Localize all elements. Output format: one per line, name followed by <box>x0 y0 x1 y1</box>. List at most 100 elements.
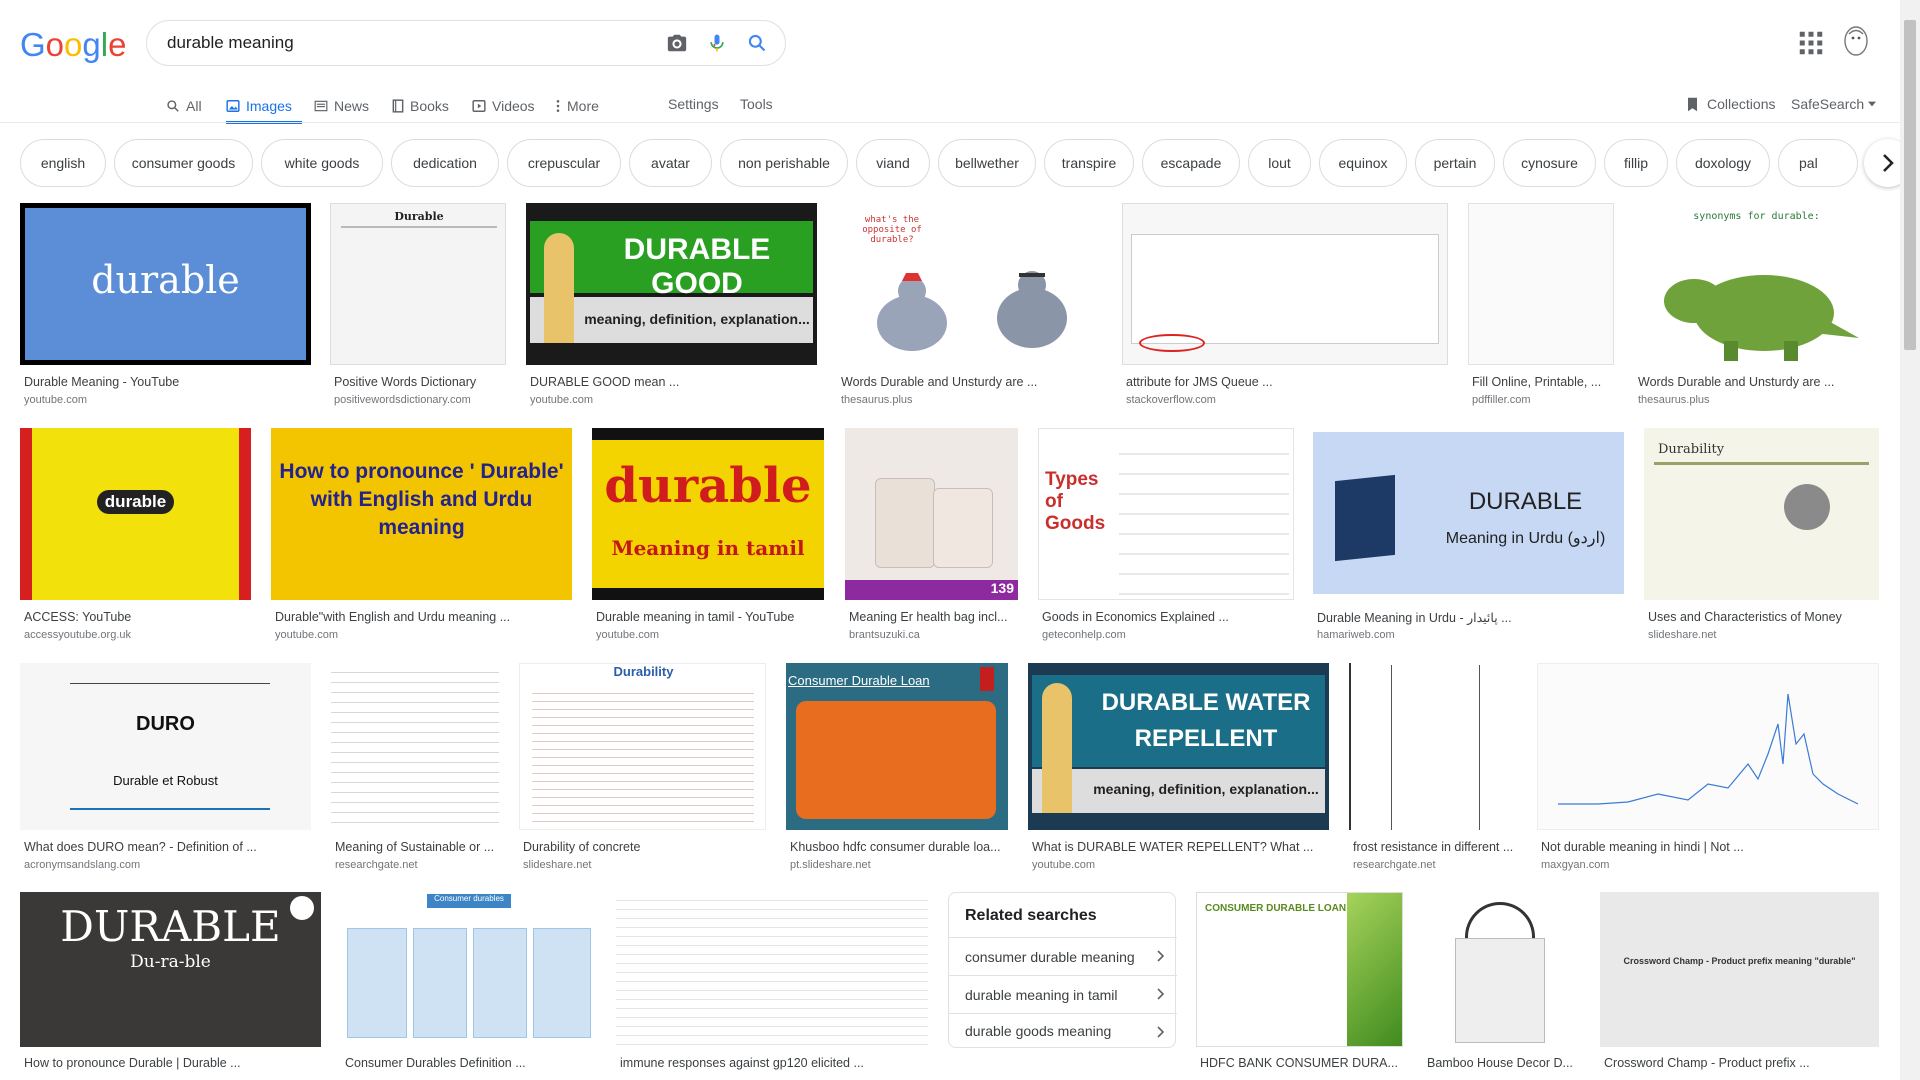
result-thumbnail: durable <box>20 428 251 600</box>
related-search-label: durable meaning in tamil <box>965 986 1118 1003</box>
image-result[interactable]: CONSUMER DURABLE LOAN HDFC BANK CONSUMER… <box>1196 892 1403 1080</box>
related-searches-title: Related searches <box>965 907 1097 924</box>
image-result[interactable]: attribute for JMS Queue ... stackoverflo… <box>1122 203 1448 406</box>
result-caption: attribute for JMS Queue ... <box>1126 375 1273 389</box>
chip[interactable]: consumer goods <box>114 139 253 187</box>
result-source: brantsuzuki.ca <box>849 629 920 641</box>
chip[interactable]: pertain <box>1415 139 1495 187</box>
tab-more[interactable]: More <box>555 90 599 122</box>
chip[interactable]: transpire <box>1044 139 1134 187</box>
related-search-label: durable goods meaning <box>965 1023 1112 1039</box>
image-result[interactable]: Durable Positive Words Dictionary positi… <box>330 203 506 406</box>
tools-link[interactable]: Tools <box>740 90 773 118</box>
related-search-item[interactable]: durable goods meaning <box>949 1013 1177 1048</box>
tab-news[interactable]: News <box>314 90 369 122</box>
image-result[interactable]: DURO Durable et Robust What does DURO me… <box>20 663 311 871</box>
result-source: acronymsandslang.com <box>24 859 141 871</box>
image-result[interactable]: Types of Goods Goods in Economics Explai… <box>1038 428 1294 643</box>
google-logo[interactable]: Google <box>20 22 130 66</box>
image-result[interactable]: Fill Online, Printable, ... pdffiller.co… <box>1468 203 1614 406</box>
image-result[interactable]: How to pronounce ' Durable' with English… <box>271 428 572 643</box>
image-result[interactable]: Not durable meaning in hindi | Not ... m… <box>1537 663 1879 871</box>
image-result[interactable]: Bamboo House Decor D... <box>1423 892 1580 1080</box>
image-result[interactable]: durable Durable Meaning - YouTube youtub… <box>20 203 311 406</box>
result-caption: Durable"with English and Urdu meaning ..… <box>275 610 511 624</box>
result-source: pt.slideshare.net <box>790 859 871 871</box>
chevron-right-icon <box>1883 154 1894 172</box>
chip[interactable]: avatar <box>629 139 712 187</box>
chip[interactable]: viand <box>856 139 930 187</box>
thumb-text: Consumer Durable Loan <box>788 673 930 688</box>
chip[interactable]: english <box>20 139 106 187</box>
result-source: youtube.com <box>24 394 87 406</box>
result-caption: Durable meaning in tamil - YouTube <box>596 610 795 624</box>
result-source: youtube.com <box>1032 859 1095 871</box>
chip[interactable]: lout <box>1248 139 1311 187</box>
chip[interactable]: doxology <box>1676 139 1770 187</box>
image-result[interactable]: Crossword Champ - Product prefix meaning… <box>1600 892 1879 1080</box>
safesearch-dropdown[interactable]: SafeSearch <box>1791 90 1877 118</box>
image-result[interactable]: DURABLE Du-ra-ble How to pronounce Durab… <box>20 892 321 1080</box>
related-search-item[interactable]: consumer durable meaning <box>949 937 1177 975</box>
chip[interactable]: pal <box>1778 139 1858 187</box>
chevron-down-icon <box>1868 101 1877 107</box>
result-thumbnail <box>1349 663 1517 830</box>
result-caption: What is DURABLE WATER REPELLENT? What ..… <box>1032 840 1314 854</box>
scrollbar-thumb[interactable] <box>1904 20 1916 350</box>
image-result[interactable]: Durability Durability of concrete slides… <box>519 663 766 871</box>
tab-books[interactable]: Books <box>392 90 449 122</box>
chip[interactable]: dedication <box>391 139 499 187</box>
result-thumbnail: what's the opposite of durable? <box>837 203 1102 365</box>
image-result[interactable]: durable Meaning in tamil Durable meaning… <box>592 428 824 643</box>
account-avatar[interactable] <box>1840 24 1872 58</box>
search-tabs: All Images News Books Videos More Settin… <box>0 86 1900 124</box>
thumb-subtext: Meaning in Urdu (اردو) <box>1445 530 1606 547</box>
image-result[interactable]: Meaning of Sustainable or ... researchga… <box>331 663 499 871</box>
chip[interactable]: escapade <box>1142 139 1240 187</box>
image-result[interactable]: Durability Uses and Characteristics of M… <box>1644 428 1879 643</box>
image-result[interactable]: DURABLE WATER REPELLENT meaning, definit… <box>1028 663 1329 871</box>
related-search-item[interactable]: durable meaning in tamil <box>949 975 1177 1013</box>
image-result[interactable]: durable ACCESS: YouTube accessyoutube.or… <box>20 428 251 643</box>
collections-link[interactable]: Collections <box>1686 90 1775 118</box>
chip[interactable]: cynosure <box>1503 139 1596 187</box>
tab-label: News <box>334 98 370 114</box>
chip[interactable]: non perishable <box>720 139 848 187</box>
apps-grid-icon[interactable] <box>1796 28 1826 58</box>
search-input[interactable]: durable meaning <box>167 33 657 53</box>
tab-all[interactable]: All <box>166 90 202 122</box>
result-caption: Durable Meaning - YouTube <box>24 375 180 389</box>
chip[interactable]: crepuscular <box>507 139 621 187</box>
image-result[interactable]: DURABLE GOOD meaning, definition, explan… <box>526 203 817 406</box>
pigeons-illustration <box>877 271 1067 351</box>
image-result[interactable]: DURABLE Meaning in Urdu (اردو) Durable M… <box>1313 428 1624 643</box>
image-result[interactable]: 139 Meaning Er health bag incl... brants… <box>845 428 1018 643</box>
chip[interactable]: fillip <box>1604 139 1668 187</box>
result-source: youtube.com <box>530 394 593 406</box>
result-source: youtube.com <box>596 629 659 641</box>
result-source: pdffiller.com <box>1472 394 1531 406</box>
camera-icon[interactable] <box>657 20 697 66</box>
thumb-text: DURABLE WATER REPELLENT <box>1101 689 1311 752</box>
image-result[interactable]: synonyms for durable: Words Durable and … <box>1634 203 1879 406</box>
chevron-right-icon <box>1157 988 1165 1000</box>
settings-link[interactable]: Settings <box>668 90 719 118</box>
image-result[interactable]: immune responses against gp120 elicited … <box>616 892 928 1080</box>
chip[interactable]: white goods <box>261 139 383 187</box>
image-result[interactable]: Consumer Durable Loan Khusboo hdfc consu… <box>786 663 1008 871</box>
tab-images[interactable]: Images <box>226 90 302 124</box>
result-caption: Positive Words Dictionary <box>334 375 477 389</box>
chip[interactable]: equinox <box>1319 139 1407 187</box>
result-caption: Not durable meaning in hindi | Not ... <box>1541 840 1744 854</box>
image-result[interactable]: Consumer durables Consumer Durables Defi… <box>341 892 596 1080</box>
search-icon[interactable] <box>737 20 777 66</box>
thumb-text: what's the opposite of durable? <box>862 215 922 245</box>
microphone-icon[interactable] <box>697 20 737 66</box>
chip[interactable]: bellwether <box>938 139 1036 187</box>
image-result[interactable]: frost resistance in different ... resear… <box>1349 663 1517 871</box>
related-searches-card: Related searches consumer durable meanin… <box>948 892 1177 1048</box>
result-caption: Uses and Characteristics of Money <box>1648 610 1842 624</box>
page-scrollbar[interactable] <box>1900 0 1920 1080</box>
image-result[interactable]: what's the opposite of durable? Words Du… <box>837 203 1102 406</box>
tab-videos[interactable]: Videos <box>472 90 535 122</box>
